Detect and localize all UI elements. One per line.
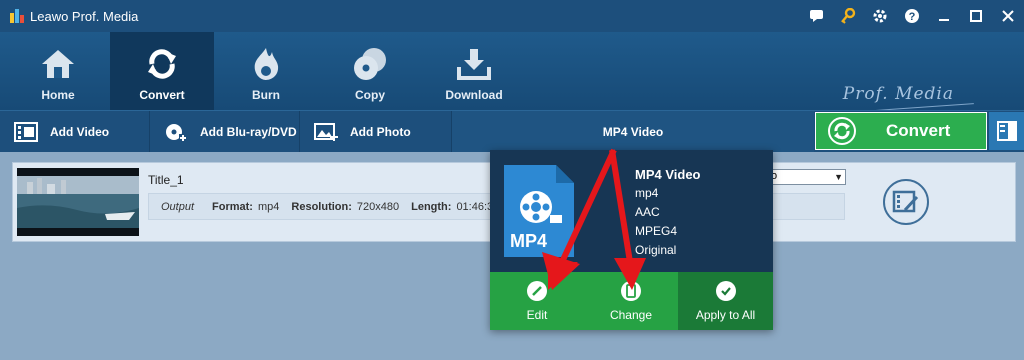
add-bluray-label: Add Blu-ray/DVD (200, 125, 297, 139)
convert-button[interactable]: Convert (815, 112, 987, 150)
popup-video-codec: MPEG4 (635, 224, 678, 238)
home-icon (38, 46, 78, 82)
add-bluray-button[interactable]: Add Blu-ray/DVD (150, 111, 300, 153)
video-thumbnail (17, 168, 139, 236)
convert-button-label: Convert (886, 121, 951, 140)
panel-toggle-icon (996, 121, 1017, 141)
add-photo-label: Add Photo (350, 125, 411, 139)
nav-home-label: Home (41, 88, 75, 102)
brand-text: Prof. Media (842, 84, 954, 104)
nav-download[interactable]: Download (422, 32, 526, 110)
change-button[interactable]: Change (584, 272, 678, 330)
nav-burn-label: Burn (252, 88, 280, 102)
edit-label: Edit (526, 307, 548, 322)
format-popup: MP4 MP4 Video mp4 AAC MPEG4 Original Edi… (490, 150, 773, 330)
add-photo-button[interactable]: Add Photo (300, 111, 452, 153)
popup-audio-codec: AAC (635, 205, 660, 219)
app-title: Leawo Prof. Media (30, 8, 139, 24)
format-value: mp4 (257, 200, 280, 213)
popup-container: mp4 (635, 186, 659, 200)
gear-icon[interactable] (864, 0, 896, 32)
nav-burn[interactable]: Burn (214, 32, 318, 110)
resolution-value: 720x480 (356, 200, 400, 213)
key-icon[interactable] (832, 0, 864, 32)
panel-toggle-button[interactable] (989, 112, 1024, 150)
add-video-label: Add Video (50, 125, 110, 139)
main-nav: Home Convert Burn Copy Download Prof. Me… (0, 32, 1024, 114)
add-video-button[interactable]: Add Video (0, 111, 150, 153)
film-edit-icon (892, 190, 919, 213)
format-label: Format: (212, 200, 253, 213)
app-logo-icon (10, 9, 24, 23)
close-icon[interactable] (992, 0, 1024, 32)
svg-text:?: ? (909, 11, 916, 23)
minimize-icon[interactable] (928, 0, 960, 32)
chevron-down-icon: ▼ (834, 172, 843, 182)
mp4-file-label: MP4 (510, 231, 548, 251)
apply-to-all-button[interactable]: Apply to All (678, 272, 773, 330)
output-label: Output (161, 200, 195, 213)
format-details: MP4 Video mp4 AAC MPEG4 Original (635, 165, 701, 260)
nav-convert-label: Convert (139, 88, 185, 102)
file-title: Title_1 (148, 173, 184, 187)
burn-icon (246, 46, 286, 82)
pencil-icon (527, 280, 547, 301)
format-selector[interactable]: MP4 Video (452, 111, 814, 153)
film-icon (14, 122, 38, 142)
nav-convert[interactable]: Convert (110, 32, 214, 110)
convert-circle-icon (828, 117, 856, 145)
nav-copy[interactable]: Copy (318, 32, 422, 110)
nav-download-label: Download (445, 88, 503, 102)
copy-icon (350, 46, 390, 82)
maximize-icon[interactable] (960, 0, 992, 32)
resolution-label: Resolution: (291, 200, 352, 213)
edit-video-button[interactable] (883, 179, 929, 225)
popup-actions: Edit Change Apply to All (490, 272, 773, 330)
title-bar: Leawo Prof. Media ? (0, 0, 1024, 32)
chat-icon[interactable] (800, 0, 832, 32)
nav-copy-label: Copy (355, 88, 385, 102)
convert-icon (142, 46, 182, 82)
popup-resolution: Original (635, 243, 677, 257)
length-value: 01:46:3 (456, 200, 494, 213)
check-icon (715, 280, 736, 301)
disc-add-icon (166, 124, 187, 142)
apply-to-all-label: Apply to All (695, 307, 756, 322)
photo-add-icon (314, 123, 338, 141)
length-label: Length: (411, 200, 452, 213)
help-icon[interactable]: ? (896, 0, 928, 32)
nav-home[interactable]: Home (6, 32, 110, 110)
subtitle-dropdown[interactable]: o ▼ (768, 169, 846, 185)
popup-title: MP4 Video (635, 167, 701, 182)
change-label: Change (609, 307, 653, 322)
mp4-file-icon: MP4 (504, 165, 574, 257)
edit-button[interactable]: Edit (490, 272, 584, 330)
phone-icon (621, 280, 641, 301)
download-icon (454, 46, 494, 82)
